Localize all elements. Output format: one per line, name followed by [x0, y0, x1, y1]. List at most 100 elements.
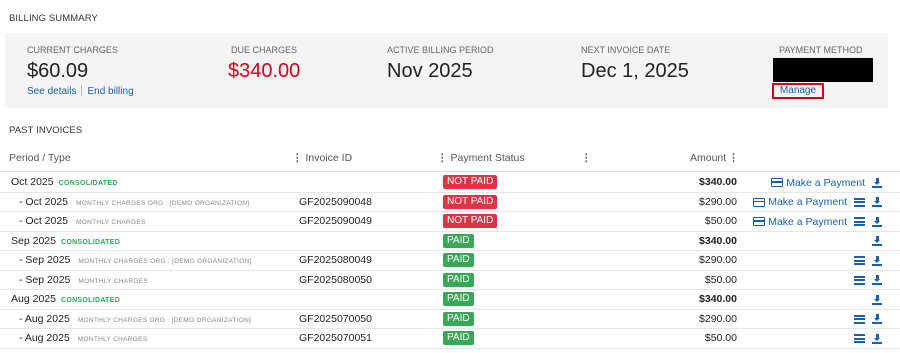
row-amount: $50.00	[704, 332, 737, 344]
column-amount-label: Amount	[690, 152, 727, 164]
list-details-icon[interactable]	[854, 275, 865, 285]
download-icon[interactable]	[872, 197, 882, 207]
column-period-label: Period / Type	[9, 152, 71, 164]
past-invoices-title: PAST INVOICES	[9, 125, 83, 136]
credit-card-icon	[753, 197, 766, 207]
payment-method-label: PAYMENT METHOD	[779, 45, 863, 55]
row-period-text: - Aug 2025	[19, 332, 70, 344]
download-icon[interactable]	[872, 177, 882, 188]
row-type: MONTHLY CHARGES	[76, 219, 146, 226]
column-menu-icon[interactable]: ⋮	[292, 152, 303, 164]
table-row: Aug 2025 CONSOLIDATED PAID $340.00	[0, 290, 900, 310]
row-type: MONTHLY CHARGES ORG : [DEMO ORGANIZATION…	[77, 316, 252, 324]
column-payment-status-label: Payment Status	[450, 152, 525, 164]
row-invoice-id: GF2025080049	[299, 254, 372, 266]
row-amount: $290.00	[699, 254, 737, 266]
link-divider	[81, 85, 83, 96]
row-amount: $340.00	[699, 176, 737, 188]
table-row: - Oct 2025 MONTHLY CHARGES GF2025090049 NOT…	[0, 212, 900, 232]
end-billing-link[interactable]: End billing	[87, 86, 133, 97]
row-invoice-id: GF2025070051	[299, 332, 372, 344]
row-amount: $290.00	[699, 312, 737, 325]
status-badge: NOT PAID	[443, 214, 498, 228]
row-invoice-id: GF2025080050	[299, 273, 372, 286]
row-period: - Sep 2025 MONTHLY CHARGES	[19, 274, 148, 286]
status-badge: PAID	[443, 311, 474, 326]
billing-summary-title: BILLING SUMMARY	[9, 13, 98, 24]
status-badge: PAID	[443, 233, 474, 248]
status-badge: PAID	[443, 272, 474, 287]
column-invoice-id[interactable]: ⋮ Invoice ID	[292, 152, 352, 164]
row-type: CONSOLIDATED	[60, 297, 121, 304]
list-details-icon[interactable]	[854, 197, 865, 207]
invoice-table-header: Period / Type ⋮ Invoice ID ⋮ Payment Statu…	[0, 146, 900, 172]
manage-payment-method-link[interactable]: Manage	[772, 83, 824, 99]
table-row: - Aug 2025 MONTHLY CHARGES GF2025070051 PAI…	[0, 329, 900, 349]
download-icon[interactable]	[872, 294, 882, 305]
status-badge: NOT PAID	[443, 175, 498, 189]
download-icon[interactable]	[872, 333, 882, 344]
current-charges-value: $60.09	[27, 60, 89, 82]
list-details-icon[interactable]	[854, 217, 865, 226]
list-details-icon[interactable]	[854, 314, 865, 324]
row-period-text: Sep 2025	[11, 234, 56, 247]
column-invoice-id-label: Invoice ID	[305, 152, 353, 164]
row-period: - Aug 2025 MONTHLY CHARGES ORG : [DEMO OR…	[19, 313, 251, 325]
current-charges-links: See details End billing	[27, 85, 134, 97]
row-actions: Make a Payment	[753, 195, 882, 210]
row-actions	[854, 253, 882, 268]
see-details-link[interactable]: See details	[27, 86, 76, 97]
download-icon[interactable]	[872, 255, 882, 266]
column-spacer[interactable]: ⋮	[581, 152, 595, 164]
column-menu-icon[interactable]: ⋮	[581, 152, 592, 164]
row-type: CONSOLIDATED	[58, 180, 118, 187]
table-row: - Sep 2025 MONTHLY CHARGES GF2025080050 PAI…	[0, 271, 900, 290]
column-payment-status[interactable]: ⋮ Payment Status	[437, 152, 525, 164]
status-badge: PAID	[443, 331, 474, 345]
row-actions	[854, 331, 882, 346]
row-period-text: Aug 2025	[11, 293, 56, 305]
row-actions: Make a Payment	[771, 175, 882, 190]
list-details-icon[interactable]	[854, 256, 865, 265]
due-charges-value: $340.00	[228, 60, 301, 82]
row-invoice-id: GF2025090049	[299, 215, 372, 227]
next-invoice-date-label: NEXT INVOICE DATE	[581, 45, 671, 55]
active-billing-period-label: ACTIVE BILLING PERIOD	[387, 45, 494, 55]
row-period: - Oct 2025 MONTHLY CHARGES	[19, 215, 146, 227]
row-type: CONSOLIDATED	[60, 238, 121, 246]
due-charges-label: DUE CHARGES	[231, 45, 298, 55]
make-payment-button[interactable]: Make a Payment	[771, 177, 865, 189]
row-period-text: - Sep 2025	[19, 254, 71, 266]
row-actions	[872, 234, 882, 249]
download-icon[interactable]	[872, 275, 882, 285]
next-invoice-date-value: Dec 1, 2025	[581, 60, 689, 82]
row-amount: $50.00	[704, 273, 737, 286]
credit-card-icon	[771, 178, 784, 187]
table-row: - Aug 2025 MONTHLY CHARGES ORG : [DEMO OR…	[0, 310, 900, 329]
table-row: Sep 2025 CONSOLIDATED PAID $340.00	[0, 232, 900, 251]
row-actions	[854, 312, 882, 327]
make-payment-label: Make a Payment	[768, 196, 847, 208]
download-icon[interactable]	[872, 216, 882, 227]
row-actions	[872, 292, 882, 307]
column-period[interactable]: Period / Type	[9, 152, 71, 164]
billing-summary-panel: CURRENT CHARGES $60.09 See details End bi…	[5, 33, 888, 108]
row-amount: $340.00	[699, 234, 737, 247]
column-menu-icon[interactable]: ⋮	[437, 152, 448, 164]
download-icon[interactable]	[872, 314, 882, 324]
make-payment-label: Make a Payment	[786, 176, 865, 189]
payment-method-redacted	[773, 58, 873, 82]
list-details-icon[interactable]	[854, 334, 865, 343]
column-amount[interactable]: Amount ⋮	[690, 152, 739, 164]
download-icon[interactable]	[872, 236, 882, 246]
make-payment-button[interactable]: Make a Payment	[753, 216, 847, 228]
row-period-text: - Oct 2025	[19, 215, 69, 227]
row-period-text: - Aug 2025	[19, 312, 70, 325]
active-billing-period-value: Nov 2025	[387, 60, 473, 82]
row-amount: $340.00	[699, 293, 737, 305]
table-row: - Sep 2025 MONTHLY CHARGES ORG : [DEMO OR…	[0, 251, 900, 271]
make-payment-button[interactable]: Make a Payment	[753, 196, 847, 208]
row-type: MONTHLY CHARGES ORG : [DEMO ORGANIZATION…	[78, 258, 252, 265]
column-menu-icon[interactable]: ⋮	[728, 152, 739, 164]
row-period: - Aug 2025 MONTHLY CHARGES	[19, 332, 147, 344]
